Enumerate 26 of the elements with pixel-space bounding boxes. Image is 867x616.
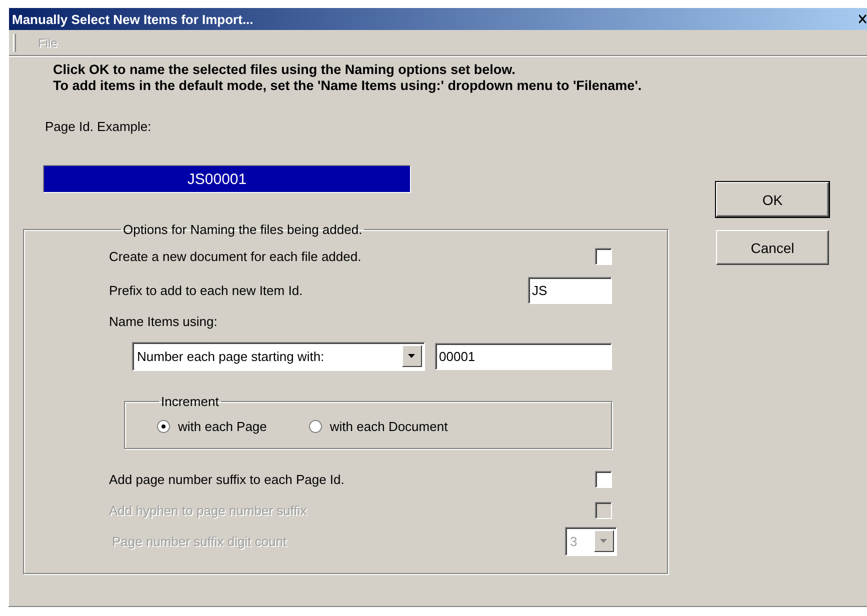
group-title: Increment	[160, 394, 220, 409]
option-label: Prefix to add to each new Item Id.	[109, 282, 303, 298]
option-label: Name Items using:	[109, 314, 218, 328]
radio-button[interactable]	[157, 420, 170, 433]
window-title: Manually Select New Items for Import...	[11, 12, 254, 26]
checkbox[interactable]	[595, 471, 612, 488]
dropdown-arrow-icon	[408, 354, 416, 358]
radio-label: with each Page	[178, 419, 267, 434]
checkbox[interactable]	[595, 248, 612, 265]
group-title: Options for Naming the files being added.	[122, 222, 364, 237]
dialog-button[interactable]: OK	[716, 182, 829, 217]
radio-button[interactable]	[308, 420, 322, 433]
start-number-field[interactable]: 00001	[435, 342, 612, 370]
page-id-example-field: JS00001	[43, 165, 411, 193]
naming-dropdown[interactable]: Number each page starting with:	[132, 342, 425, 370]
option-label: Add page number suffix to each Page Id.	[109, 472, 344, 487]
instruction-text: To add items in the default mode, set the 'Name Items using:' dropdown menu to 'Filename'.	[53, 78, 643, 94]
dialog-button[interactable]: Cancel	[716, 230, 829, 265]
instruction-text: Click OK to name the selected files using the Naming options set below.	[53, 62, 516, 78]
field-label: Page Id. Example:	[45, 119, 152, 134]
radio-label: with each Document	[330, 419, 448, 434]
toolbar-grip[interactable]	[13, 34, 16, 52]
dropdown-arrow-icon	[600, 538, 608, 544]
prefix-field[interactable]: JS	[528, 276, 612, 304]
option-label: Create a new document for each file added.	[109, 249, 362, 264]
close-icon[interactable]	[859, 14, 867, 24]
